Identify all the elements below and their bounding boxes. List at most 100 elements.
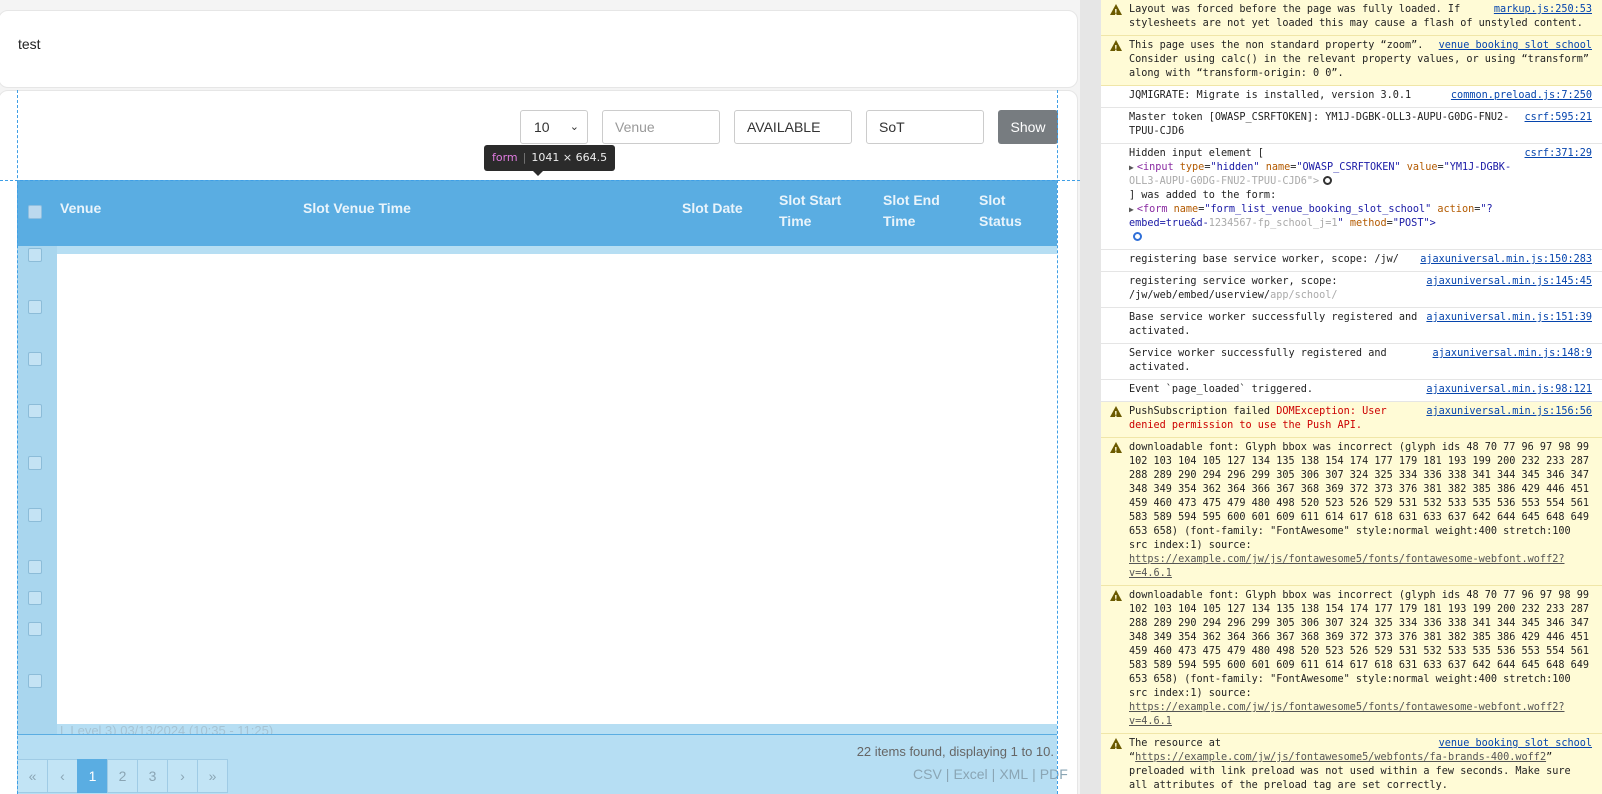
message-text: Service worker successfully registered a…: [1129, 348, 1387, 373]
column-header-slot-end-time[interactable]: Slot End Time: [883, 190, 953, 232]
source-link[interactable]: csrf:371:29: [1525, 147, 1592, 161]
console-warning: markup.js:250:53 Layout was forced befor…: [1101, 0, 1602, 36]
items-found-text: 22 items found, displaying 1 to 10.: [856, 744, 1054, 759]
dom-node-continuation: embed=true&d-1234567-fp_school_j=1" meth…: [1129, 218, 1436, 229]
console-log: ajaxuniversal.min.js:98:121 Event `page_…: [1101, 380, 1602, 402]
page-1-button[interactable]: 1: [77, 759, 108, 793]
source-url-link[interactable]: https://example.com/jw/js/fontawesome5/f…: [1129, 554, 1564, 579]
console-warning: ajaxuniversal.min.js:156:56 PushSubscrip…: [1101, 402, 1602, 438]
show-button[interactable]: Show: [998, 110, 1058, 144]
row-checkbox[interactable]: [28, 300, 42, 314]
inspect-node-icon[interactable]: [1323, 176, 1333, 185]
message-text: downloadable font: Glyph bbox was incorr…: [1129, 442, 1590, 551]
source-link[interactable]: ajaxuniversal.min.js:145:45: [1426, 275, 1592, 289]
devtools-console: markup.js:250:53 Layout was forced befor…: [1101, 0, 1602, 794]
warning-icon: [1110, 442, 1122, 458]
export-xml-link[interactable]: XML: [999, 766, 1028, 782]
page-size-select[interactable]: 10 ⌄: [520, 110, 588, 144]
source-link[interactable]: ajaxuniversal.min.js:151:39: [1426, 311, 1592, 325]
guide-line: [17, 90, 18, 794]
page-next-button[interactable]: ›: [167, 759, 198, 793]
pagination: « ‹ 1 2 3 › »: [17, 759, 228, 793]
console-log: common.preload.js:7:250 JQMIGRATE: Migra…: [1101, 86, 1602, 108]
message-text: JQMIGRATE: Migrate is installed, version…: [1129, 90, 1412, 101]
resource-url-link[interactable]: https://example.com/jw/js/fontawesome5/w…: [1135, 752, 1546, 763]
source-url-link[interactable]: https://example.com/jw/js/fontawesome5/f…: [1129, 702, 1564, 727]
row-checkbox[interactable]: [28, 352, 42, 366]
source-link[interactable]: markup.js:250:53: [1494, 3, 1592, 17]
source-link[interactable]: ajaxuniversal.min.js:98:121: [1426, 383, 1592, 397]
page-size-value: 10: [534, 119, 550, 135]
source-link[interactable]: ajaxuniversal.min.js:150:283: [1420, 253, 1592, 267]
table-body: [57, 254, 1057, 724]
status-filter-input[interactable]: AVAILABLE: [734, 110, 852, 144]
console-log: csrf:595:21 Master token [OWASP_CSRFTOKE…: [1101, 108, 1602, 144]
sot-filter-input[interactable]: SoT: [866, 110, 984, 144]
column-header-slot-status[interactable]: Slot Status: [979, 190, 1039, 232]
checkbox-column: [17, 246, 57, 736]
message-text: downloadable font: Glyph bbox was incorr…: [1129, 590, 1590, 699]
source-link[interactable]: venue booking slot school: [1439, 39, 1592, 53]
console-log: ajaxuniversal.min.js:150:283 registering…: [1101, 250, 1602, 272]
message-text: Base service worker successfully registe…: [1129, 312, 1418, 337]
top-card: test: [0, 10, 1078, 88]
chevron-down-icon: ⌄: [569, 121, 579, 133]
row-checkbox[interactable]: [28, 622, 42, 636]
message-text: Master token [OWASP_CSRFTOKEN]: YM1J-DGB…: [1129, 112, 1510, 137]
console-warning: downloadable font: Glyph bbox was incorr…: [1101, 438, 1602, 586]
dom-node-input[interactable]: ▶ <input type="hidden" name="OWASP_CSRFTO…: [1129, 161, 1592, 175]
tooltip-tag: form: [492, 151, 518, 164]
element-dimensions-tooltip: form | 1041 × 664.5: [484, 145, 616, 176]
console-warning: venue booking slot school The resource a…: [1101, 734, 1602, 794]
console-warning: venue booking slot school This page uses…: [1101, 36, 1602, 86]
column-header-slot-venue-time[interactable]: Slot Venue Time: [303, 198, 411, 219]
row-checkbox[interactable]: [28, 674, 42, 688]
source-link[interactable]: ajaxuniversal.min.js:148:9: [1433, 347, 1592, 361]
column-header-slot-start-time[interactable]: Slot Start Time: [779, 190, 859, 232]
page-prev-button[interactable]: ‹: [47, 759, 78, 793]
column-header-venue[interactable]: Venue: [60, 198, 101, 219]
source-link[interactable]: ajaxuniversal.min.js:156:56: [1426, 405, 1592, 419]
source-link[interactable]: venue booking slot school: [1439, 737, 1592, 751]
row-checkbox[interactable]: [28, 404, 42, 418]
warning-icon: [1110, 590, 1122, 606]
row-checkbox[interactable]: [28, 456, 42, 470]
top-card-text: test: [18, 36, 41, 52]
expand-triangle-icon[interactable]: ▶: [1129, 163, 1134, 172]
page-last-button[interactable]: »: [197, 759, 228, 793]
export-csv-link[interactable]: CSV: [913, 766, 942, 782]
export-pdf-link[interactable]: PDF: [1040, 766, 1068, 782]
export-excel-link[interactable]: Excel: [953, 766, 987, 782]
inspect-node-icon[interactable]: [1133, 232, 1142, 241]
expand-triangle-icon[interactable]: ▶: [1129, 205, 1134, 214]
panel-divider[interactable]: [1080, 0, 1101, 794]
page-3-button[interactable]: 3: [137, 759, 168, 793]
page-2-button[interactable]: 2: [107, 759, 138, 793]
source-link[interactable]: common.preload.js:7:250: [1451, 89, 1592, 103]
column-header-slot-date[interactable]: Slot Date: [682, 198, 743, 219]
row-checkbox[interactable]: [28, 591, 42, 605]
warning-icon: [1110, 40, 1122, 56]
dom-node-continuation: OLL3-AUPU-G0DG-FNU2-TPUU-CJD6">: [1129, 175, 1592, 189]
page-first-button[interactable]: «: [17, 759, 48, 793]
message-text: registering base service worker, scope: …: [1129, 254, 1399, 265]
row-checkbox[interactable]: [28, 508, 42, 522]
console-log: ajaxuniversal.min.js:151:39 Base service…: [1101, 308, 1602, 344]
console-log: ajaxuniversal.min.js:148:9 Service worke…: [1101, 344, 1602, 380]
message-text: Hidden input element [: [1129, 148, 1264, 159]
tooltip-dims: 1041 × 664.5: [531, 151, 608, 164]
source-link[interactable]: csrf:595:21: [1525, 111, 1592, 125]
venue-filter-input[interactable]: Venue: [602, 110, 720, 144]
select-all-checkbox[interactable]: [28, 205, 42, 219]
console-log: csrf:371:29 Hidden input element [ ▶ <inp…: [1101, 144, 1602, 250]
console-log: ajaxuniversal.min.js:145:45 registering …: [1101, 272, 1602, 308]
page-area: test 10 ⌄ Venue AVAILABLE SoT Show Venue…: [0, 0, 1080, 794]
message-text: Event `page_loaded` triggered.: [1129, 384, 1314, 395]
console-warning: downloadable font: Glyph bbox was incorr…: [1101, 586, 1602, 734]
guide-line: [0, 180, 1080, 181]
message-text: PushSubscription failed: [1129, 406, 1271, 417]
warning-icon: [1110, 406, 1122, 422]
row-checkbox[interactable]: [28, 560, 42, 574]
dom-node-form[interactable]: ▶ <form name="form_list_venue_booking_slo…: [1129, 203, 1592, 217]
row-checkbox[interactable]: [28, 248, 42, 262]
